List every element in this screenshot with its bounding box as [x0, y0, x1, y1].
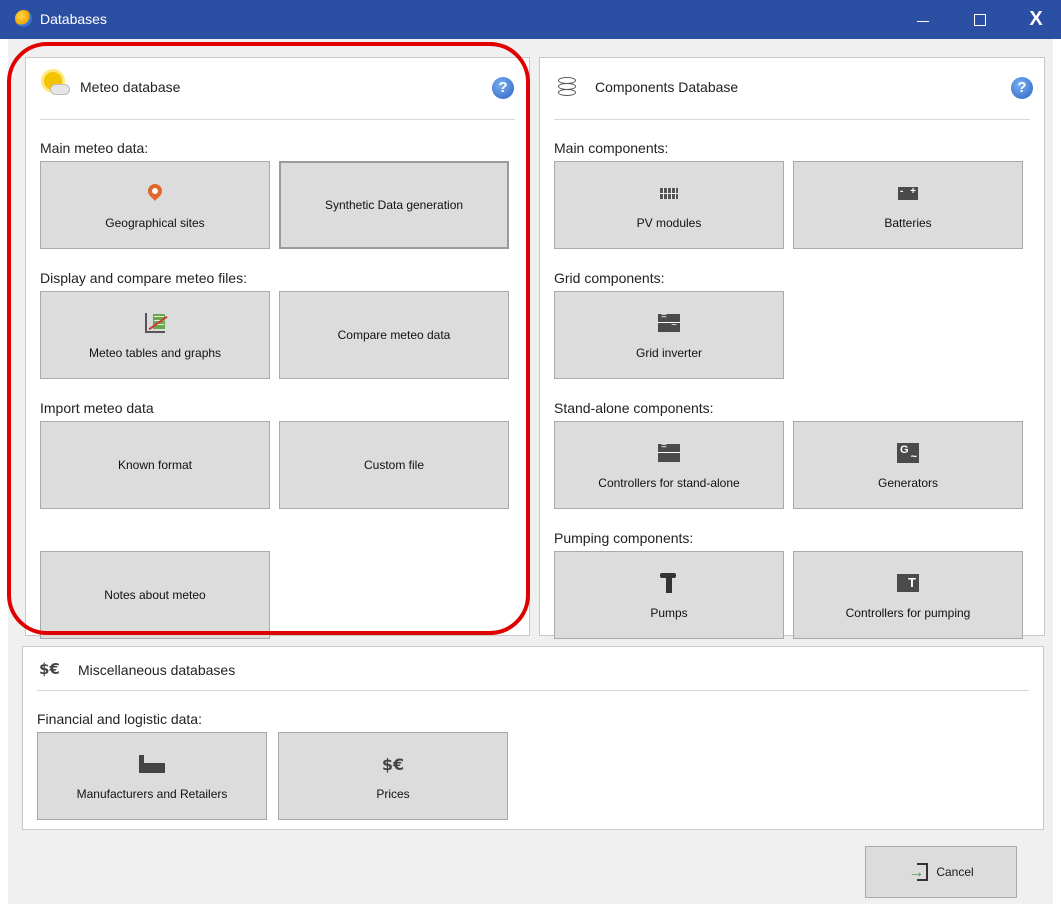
components-panel: Components Database ? Main components: P…	[539, 57, 1045, 639]
compare-meteo-button[interactable]: Compare meteo data	[279, 291, 509, 379]
pumping-components-label: Pumping components:	[554, 530, 694, 546]
geographical-sites-button[interactable]: Geographical sites	[40, 161, 270, 249]
misc-panel: $€ Miscellaneous databases Financial and…	[22, 646, 1044, 830]
pump-icon	[660, 573, 678, 593]
cancel-button[interactable]: → Cancel	[865, 846, 1017, 898]
app-icon	[15, 10, 32, 27]
dialog-body: Meteo database ? Main meteo data: Geogra…	[8, 39, 1053, 904]
generator-icon: G ~	[897, 443, 919, 463]
meteo-panel: Meteo database ? Main meteo data: Geogra…	[25, 57, 530, 639]
main-components-label: Main components:	[554, 140, 669, 156]
controllers-standalone-button[interactable]: Controllers for stand-alone	[554, 421, 784, 509]
pump-controller-icon	[897, 574, 919, 592]
components-panel-title: Components Database	[595, 79, 739, 95]
display-compare-label: Display and compare meteo files:	[40, 270, 247, 286]
pumps-button[interactable]: Pumps	[554, 551, 784, 639]
grid-components-label: Grid components:	[554, 270, 665, 286]
map-pin-icon	[148, 184, 162, 202]
money-tag-icon: $€	[39, 660, 60, 678]
components-panel-header: Components Database ?	[554, 58, 1033, 120]
notes-meteo-button[interactable]: Notes about meteo	[40, 551, 270, 639]
battery-icon	[898, 186, 918, 200]
batteries-button[interactable]: Batteries	[793, 161, 1023, 249]
generators-button[interactable]: G ~ Generators	[793, 421, 1023, 509]
maximize-icon	[974, 13, 986, 26]
main-meteo-label: Main meteo data:	[40, 140, 149, 156]
maximize-button[interactable]	[957, 0, 1003, 39]
synthetic-data-button[interactable]: Synthetic Data generation	[279, 161, 509, 249]
misc-panel-title: Miscellaneous databases	[78, 662, 236, 678]
controller-icon	[658, 441, 680, 462]
standalone-components-label: Stand-alone components:	[554, 400, 714, 416]
title-bar: Databases X	[0, 0, 1061, 39]
close-button[interactable]: X	[1013, 0, 1059, 39]
import-meteo-label: Import meteo data	[40, 400, 154, 416]
chart-table-icon	[145, 313, 168, 333]
meteo-panel-title: Meteo database	[80, 79, 181, 95]
window-title: Databases	[40, 11, 107, 27]
manufacturers-button[interactable]: Manufacturers and Retailers	[37, 732, 267, 820]
known-format-button[interactable]: Known format	[40, 421, 270, 509]
inverter-icon: ~	[658, 311, 680, 332]
grid-inverter-button[interactable]: ~ Grid inverter	[554, 291, 784, 379]
prices-button[interactable]: $€ Prices	[278, 732, 508, 820]
meteo-tables-button[interactable]: Meteo tables and graphs	[40, 291, 270, 379]
minimize-icon	[917, 20, 929, 22]
components-help-icon[interactable]: ?	[1011, 77, 1033, 99]
financial-label: Financial and logistic data:	[37, 711, 202, 727]
meteo-help-icon[interactable]: ?	[492, 77, 514, 99]
price-tag-icon: $€	[381, 754, 405, 774]
controllers-pumping-button[interactable]: Controllers for pumping	[793, 551, 1023, 639]
exit-icon: →	[908, 862, 929, 882]
minimize-button[interactable]	[900, 0, 946, 39]
meteo-panel-header: Meteo database ?	[40, 58, 515, 120]
custom-file-button[interactable]: Custom file	[279, 421, 509, 509]
cancel-label: Cancel	[936, 865, 974, 879]
factory-icon	[139, 755, 165, 773]
pv-modules-button[interactable]: PV modules	[554, 161, 784, 249]
database-icon	[558, 77, 576, 97]
sun-cloud-icon	[42, 72, 70, 96]
misc-panel-header: $€ Miscellaneous databases	[37, 647, 1029, 691]
pv-module-icon	[660, 187, 678, 199]
